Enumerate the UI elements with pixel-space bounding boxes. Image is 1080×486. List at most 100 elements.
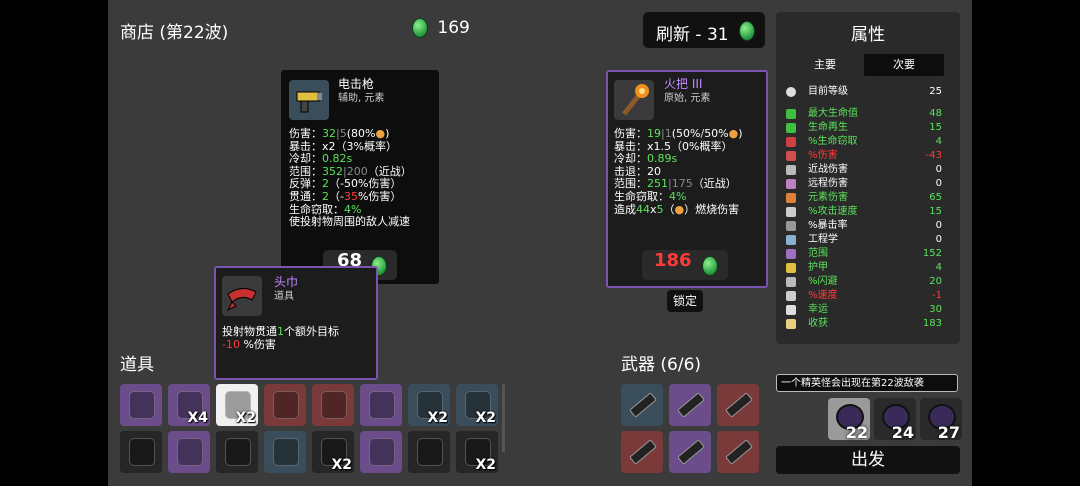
items-scrollbar[interactable] bbox=[502, 384, 505, 452]
item-slot[interactable]: X2 bbox=[312, 431, 354, 473]
item-slot[interactable]: X2 bbox=[456, 431, 498, 473]
stat-row[interactable]: %攻击速度 15 bbox=[782, 205, 950, 219]
item-slot[interactable] bbox=[120, 384, 162, 426]
materials-counter: 169 bbox=[412, 18, 470, 38]
stat-row[interactable]: 最大生命值 48 bbox=[782, 107, 950, 121]
items-title: 道具 bbox=[120, 355, 154, 375]
item-slot[interactable] bbox=[168, 431, 210, 473]
item-slot[interactable] bbox=[120, 431, 162, 473]
stat-row[interactable]: %伤害 -43 bbox=[782, 149, 950, 163]
stat-row[interactable]: 幸运 30 bbox=[782, 303, 950, 317]
spider-icon bbox=[129, 438, 155, 466]
reroll-gem-icon bbox=[739, 21, 755, 41]
level-icon bbox=[786, 87, 796, 97]
stat-row[interactable]: 元素伤害 65 bbox=[782, 191, 950, 205]
weapon-slot[interactable] bbox=[669, 384, 711, 426]
stat-row[interactable]: 护甲 4 bbox=[782, 261, 950, 275]
damage-line: 伤害：32|5(80%●) bbox=[289, 127, 390, 140]
item-slot[interactable] bbox=[264, 384, 306, 426]
item-slot[interactable] bbox=[408, 431, 450, 473]
item-tooltip-bandana: 头巾 道具 投射物贯通1个额外目标 -10 %伤害 bbox=[214, 266, 378, 380]
shop-screen: 商店 (第22波) 169 刷新 - 31 电击枪 辅助, 元素 伤害：32|5… bbox=[108, 0, 972, 486]
card-stats: 伤害：32|5(80%●) 暴击：x2（3%概率） 冷却：0.82s 范围：35… bbox=[289, 127, 412, 229]
stat-value: 0 bbox=[935, 164, 942, 175]
buy-button-torch[interactable]: 186 bbox=[642, 250, 728, 280]
materials-value: 169 bbox=[437, 18, 470, 38]
weapon-slot[interactable] bbox=[621, 431, 663, 473]
item-slot[interactable]: X2 bbox=[408, 384, 450, 426]
elite-notice: 一个精英怪会出现在第22波敌袭 bbox=[776, 374, 958, 392]
stat-value: 0 bbox=[935, 220, 942, 231]
item-quantity: X2 bbox=[235, 410, 256, 426]
stat-value: 4 bbox=[935, 262, 942, 273]
item-slot[interactable] bbox=[360, 431, 402, 473]
stat-row[interactable]: 收获 183 bbox=[782, 317, 950, 331]
stat-row[interactable]: %速度 -1 bbox=[782, 289, 950, 303]
shop-item-card-taser[interactable]: 电击枪 辅助, 元素 伤害：32|5(80%●) 暴击：x2（3%概率） 冷却：… bbox=[281, 70, 439, 284]
damage-effect: -10 %伤害 bbox=[222, 337, 276, 351]
stat-name: %生命窃取 bbox=[808, 136, 858, 147]
stat-name: 最大生命值 bbox=[808, 108, 858, 119]
stat-row[interactable]: %闪避 20 bbox=[782, 275, 950, 289]
reroll-button[interactable]: 刷新 - 31 bbox=[643, 12, 765, 48]
stat-row[interactable]: 生命再生 15 bbox=[782, 121, 950, 135]
stat-name: %攻击速度 bbox=[808, 206, 858, 217]
item-slot[interactable] bbox=[312, 384, 354, 426]
go-button[interactable]: 出发 bbox=[776, 446, 960, 474]
shield-icon bbox=[786, 263, 796, 273]
stat-row[interactable]: 范围 152 bbox=[782, 247, 950, 261]
crown-icon bbox=[369, 438, 395, 466]
fangs-icon bbox=[786, 137, 796, 147]
stat-name: %速度 bbox=[808, 290, 838, 301]
heart-plus-icon bbox=[786, 123, 796, 133]
stat-row[interactable]: %暴击率 0 bbox=[782, 219, 950, 233]
hourglass-icon bbox=[786, 207, 796, 217]
card-tags: 辅助, 元素 bbox=[338, 93, 385, 104]
wave-number: 24 bbox=[891, 423, 914, 442]
tooltip-tag: 道具 bbox=[274, 291, 294, 302]
item-slot[interactable] bbox=[264, 431, 306, 473]
weapon-slot[interactable] bbox=[669, 431, 711, 473]
plaid-shirt-icon bbox=[417, 438, 443, 466]
bow-icon bbox=[786, 179, 796, 189]
stat-value: 152 bbox=[922, 248, 942, 259]
item-slot[interactable]: X2 bbox=[216, 384, 258, 426]
stat-row[interactable]: 远程伤害 0 bbox=[782, 177, 950, 191]
reroll-label: 刷新 - 31 bbox=[656, 25, 729, 45]
shop-item-card-torch[interactable]: 火把 III 原始, 元素 伤害：19|1(50%/50%●) 暴击：x1.5（… bbox=[606, 70, 768, 288]
range-icon bbox=[786, 249, 796, 259]
item-slot[interactable] bbox=[360, 384, 402, 426]
item-slot[interactable]: X2 bbox=[456, 384, 498, 426]
stat-value: -1 bbox=[932, 290, 942, 301]
card-name: 火把 III bbox=[664, 77, 703, 91]
price-gem-icon bbox=[702, 256, 718, 276]
ammo-icon bbox=[321, 391, 347, 419]
item-quantity: X4 bbox=[187, 410, 208, 426]
stat-row[interactable]: 工程学 0 bbox=[782, 233, 950, 247]
item-quantity: X2 bbox=[475, 457, 496, 473]
mine-icon bbox=[225, 438, 251, 466]
stat-name: 工程学 bbox=[808, 234, 838, 245]
stat-row[interactable]: %生命窃取 4 bbox=[782, 135, 950, 149]
flame-icon bbox=[786, 193, 796, 203]
stat-row[interactable]: 近战伤害 0 bbox=[782, 163, 950, 177]
tooltip-effects: 投射物贯通1个额外目标 -10 %伤害 bbox=[222, 325, 339, 351]
weapon-slot[interactable] bbox=[621, 384, 663, 426]
stat-name: 远程伤害 bbox=[808, 178, 848, 189]
item-slot[interactable]: X4 bbox=[168, 384, 210, 426]
weapon-slot[interactable] bbox=[717, 431, 759, 473]
stat-name: 收获 bbox=[808, 318, 828, 329]
stat-name: %暴击率 bbox=[808, 220, 848, 231]
enemy-wave-slot: 27 bbox=[920, 398, 962, 442]
wand-icon bbox=[629, 439, 657, 465]
tab-primary[interactable]: 主要 bbox=[788, 54, 862, 76]
item-slot[interactable] bbox=[216, 431, 258, 473]
effect-line: 使投射物周围的敌人减速 bbox=[289, 215, 410, 229]
card-tags: 原始, 元素 bbox=[664, 93, 711, 104]
tab-secondary[interactable]: 次要 bbox=[864, 54, 944, 76]
wrench-icon bbox=[786, 235, 796, 245]
weapon-slot[interactable] bbox=[717, 384, 759, 426]
torch-icon bbox=[725, 392, 753, 418]
lock-button-torch[interactable]: 锁定 bbox=[667, 290, 703, 312]
burn-line: 造成44x5（●）燃烧伤害 bbox=[614, 202, 740, 216]
